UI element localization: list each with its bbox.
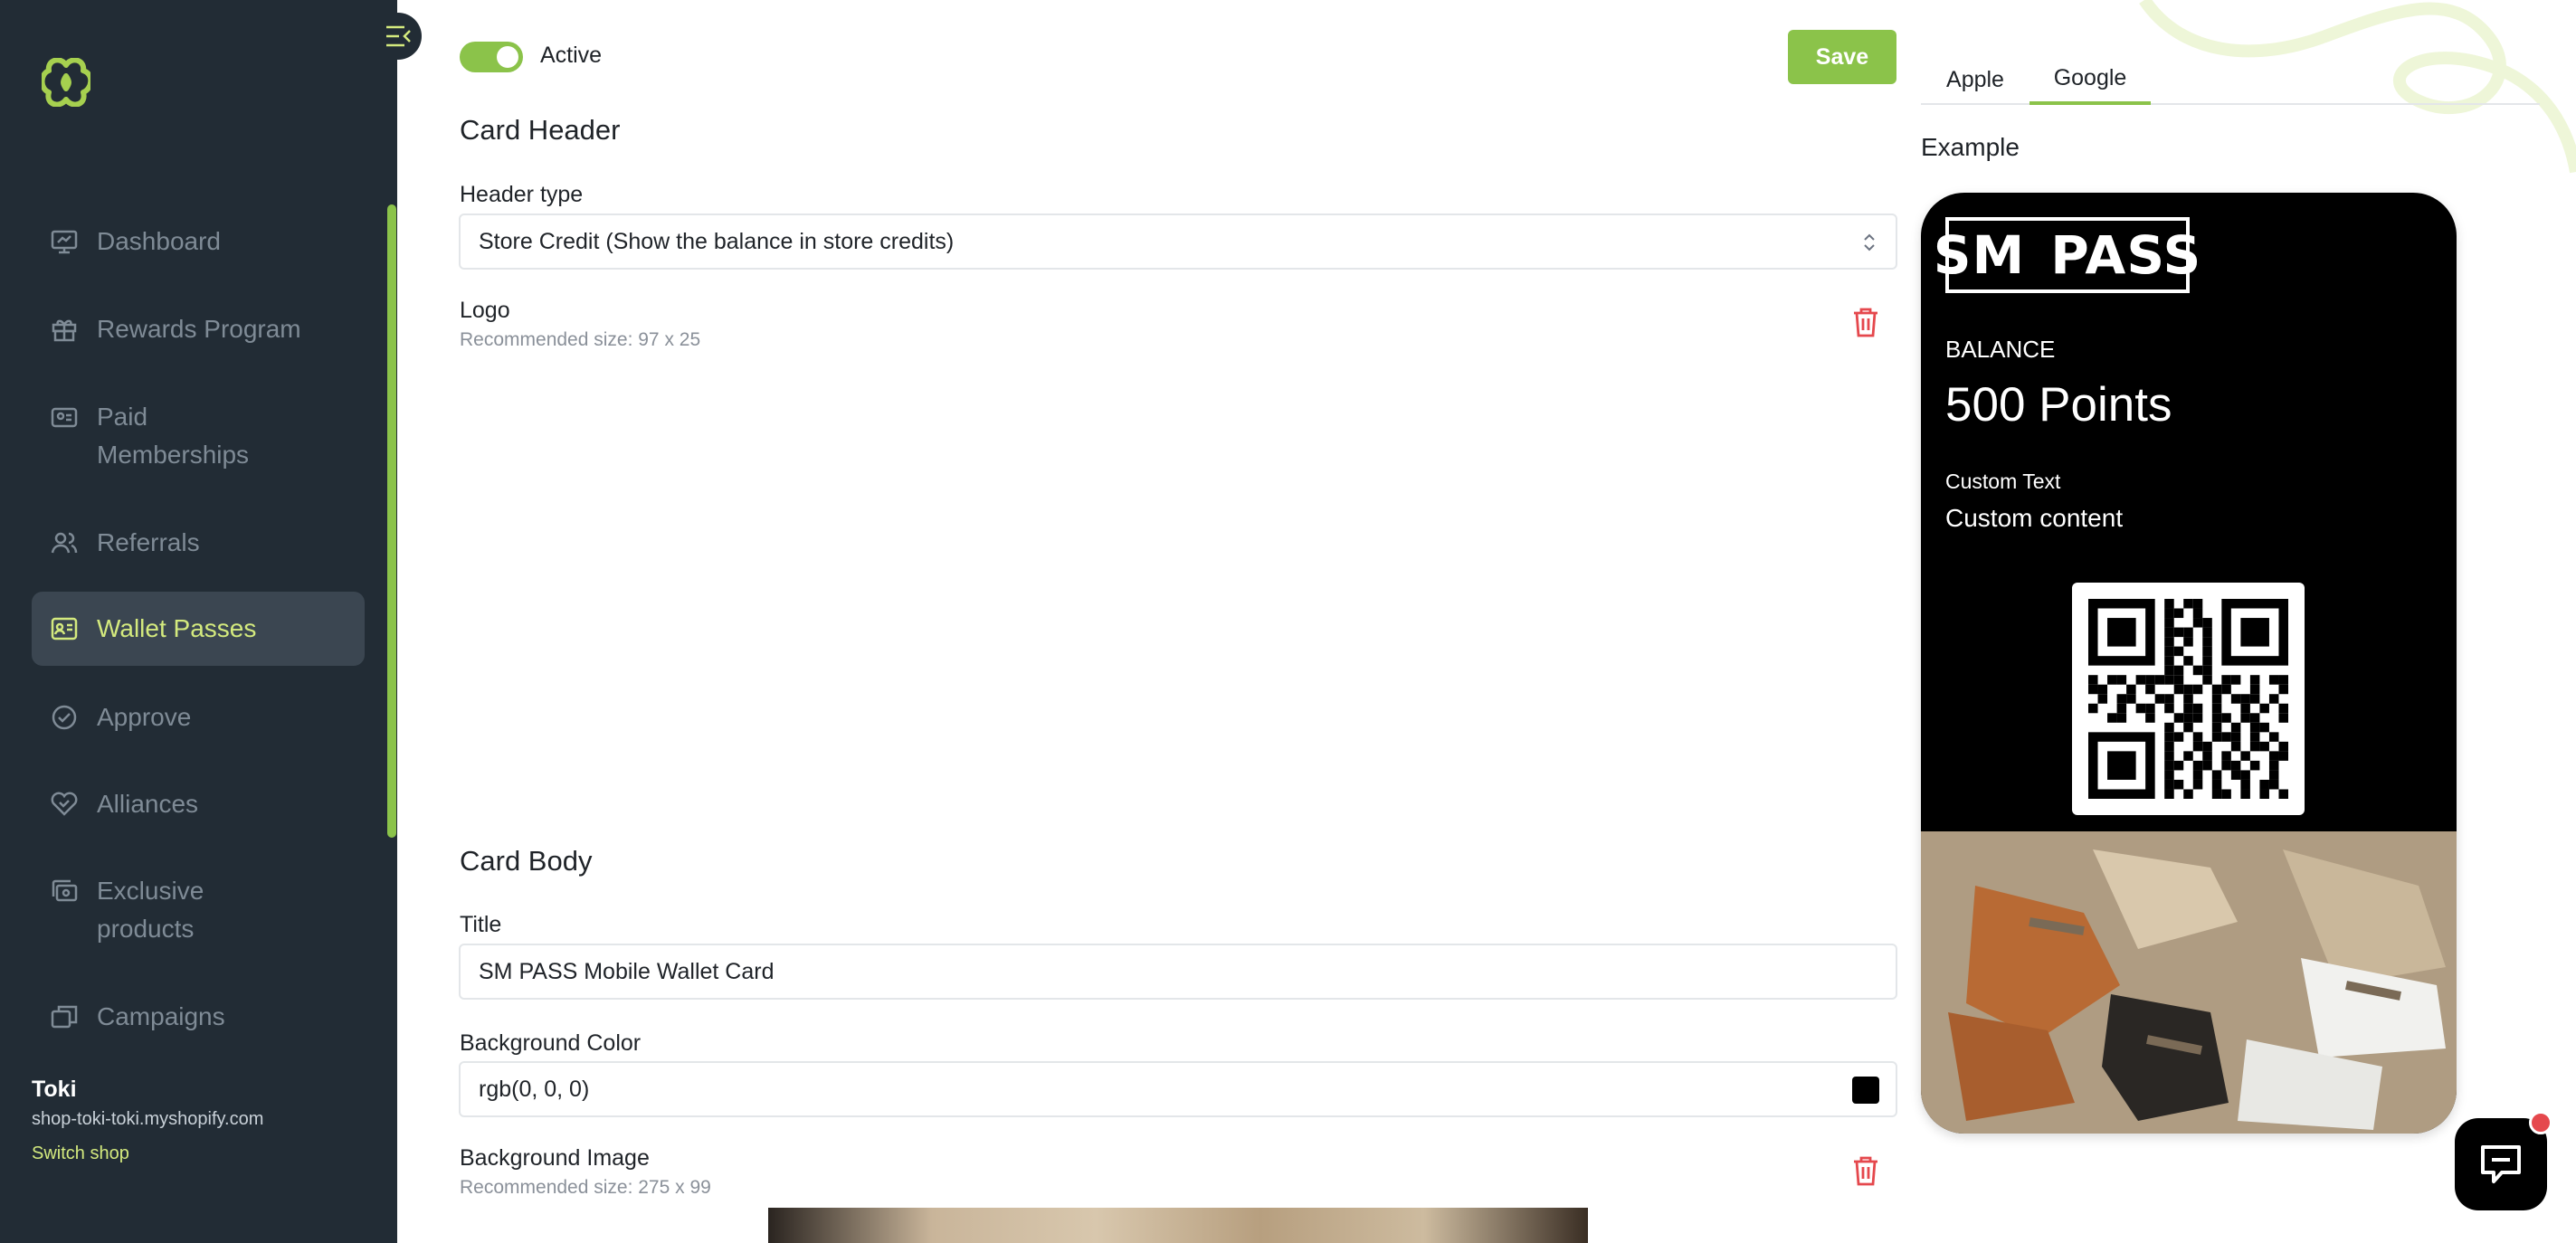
header-type-select[interactable]: Store Credit (Show the balance in store … (459, 213, 1897, 270)
sidebar: Dashboard Rewards Program Paid Membershi… (0, 0, 397, 1243)
gift-icon (52, 319, 77, 342)
sidebar-item-label: Dashboard (97, 227, 221, 255)
trash-icon[interactable] (1851, 306, 1880, 338)
logo-size-hint: Recommended size: 97 x 25 (460, 329, 701, 350)
sidebar-item-label: Approve (97, 703, 192, 731)
sidebar-item-label: Wallet Passes (97, 614, 257, 642)
collapse-menu-icon (386, 25, 411, 47)
background-color-value: rgb(0, 0, 0) (479, 1076, 590, 1102)
platform-tabs: Apple Google (1921, 54, 2540, 105)
background-image-size-hint: Recommended size: 275 x 99 (460, 1177, 711, 1198)
select-arrows-icon (1864, 233, 1875, 251)
check-circle-icon (52, 705, 77, 730)
chat-icon (2481, 1145, 2521, 1183)
background-image-preview (768, 1208, 1588, 1243)
save-button[interactable]: Save (1788, 30, 1896, 84)
tab-apple[interactable]: Apple (1921, 54, 2029, 105)
sidebar-item-campaigns[interactable]: Campaigns (32, 998, 365, 1036)
title-input[interactable]: SM PASS Mobile Wallet Card (459, 944, 1897, 1000)
sidebar-item-label: Campaigns (97, 1002, 225, 1030)
shop-domain: shop-toki-toki.myshopify.com (32, 1109, 264, 1129)
sidebar-scrollbar[interactable] (387, 204, 396, 838)
users-icon (51, 532, 78, 554)
example-label: Example (1921, 133, 2020, 161)
trash-icon[interactable] (1851, 1154, 1880, 1187)
card-logo-right: PASS (2050, 224, 2202, 286)
collapse-sidebar-button[interactable] (375, 13, 422, 60)
card-logo: SM PASS (1934, 217, 2201, 293)
sidebar-item-dashboard[interactable]: Dashboard (32, 223, 365, 261)
card-custom-label: Custom Text (1945, 470, 2061, 493)
sidebar-item-label: Alliances (97, 790, 199, 818)
exclusive-products-icon (52, 879, 78, 902)
active-toggle-label: Active (540, 43, 603, 68)
logo-label: Logo (460, 298, 510, 323)
brand-logo-icon[interactable] (42, 58, 90, 107)
dashboard-icon (51, 230, 78, 254)
color-swatch[interactable] (1852, 1077, 1879, 1104)
background-color-input[interactable]: rgb(0, 0, 0) (459, 1061, 1897, 1117)
sidebar-item-rewards-program[interactable]: Rewards Program (32, 310, 365, 348)
qr-code-icon (2088, 599, 2288, 799)
card-custom-value: Custom content (1945, 504, 2124, 532)
card-balance-value: 500 Points (1945, 378, 2172, 432)
membership-card-icon (51, 407, 78, 428)
card-balance-label: BALANCE (1945, 336, 2056, 363)
active-toggle[interactable] (460, 42, 523, 72)
sidebar-item-label: Rewards Program (97, 315, 301, 343)
header-type-value: Store Credit (Show the balance in store … (479, 228, 955, 254)
heart-handshake-icon (51, 792, 78, 816)
tab-google[interactable]: Google (2029, 54, 2151, 105)
header-type-label: Header type (460, 182, 584, 207)
sidebar-item-label: Referrals (97, 528, 200, 556)
card-body-title: Card Body (460, 845, 593, 877)
shop-name: Toki (32, 1077, 77, 1102)
switch-shop-link[interactable]: Switch shop (32, 1143, 129, 1164)
sidebar-item-label: Paid Memberships (97, 403, 250, 469)
wallet-card-preview: SM PASS BALANCE 500 Points Custom Text C… (1921, 193, 2457, 1134)
card-background-photo (1921, 831, 2457, 1134)
background-color-label: Background Color (460, 1030, 642, 1056)
sidebar-item-paid-memberships[interactable]: Paid Memberships (32, 398, 365, 474)
sidebar-item-referrals[interactable]: Referrals (32, 524, 365, 562)
sidebar-item-alliances[interactable]: Alliances (32, 785, 365, 823)
card-logo-left: SM (1933, 224, 2026, 286)
id-card-icon (51, 617, 78, 640)
sidebar-item-label: Exclusive products (97, 877, 204, 943)
sidebar-item-exclusive-products[interactable]: Exclusive products (32, 872, 365, 948)
title-label: Title (460, 912, 502, 937)
title-input-value: SM PASS Mobile Wallet Card (479, 958, 775, 984)
card-header-title: Card Header (460, 114, 621, 146)
sidebar-item-wallet-passes[interactable]: Wallet Passes (32, 592, 365, 666)
qr-code (2072, 583, 2305, 815)
sidebar-item-approve[interactable]: Approve (32, 698, 365, 736)
background-image-label: Background Image (460, 1145, 650, 1171)
campaign-icon (51, 1005, 78, 1029)
notification-badge (2529, 1111, 2552, 1134)
